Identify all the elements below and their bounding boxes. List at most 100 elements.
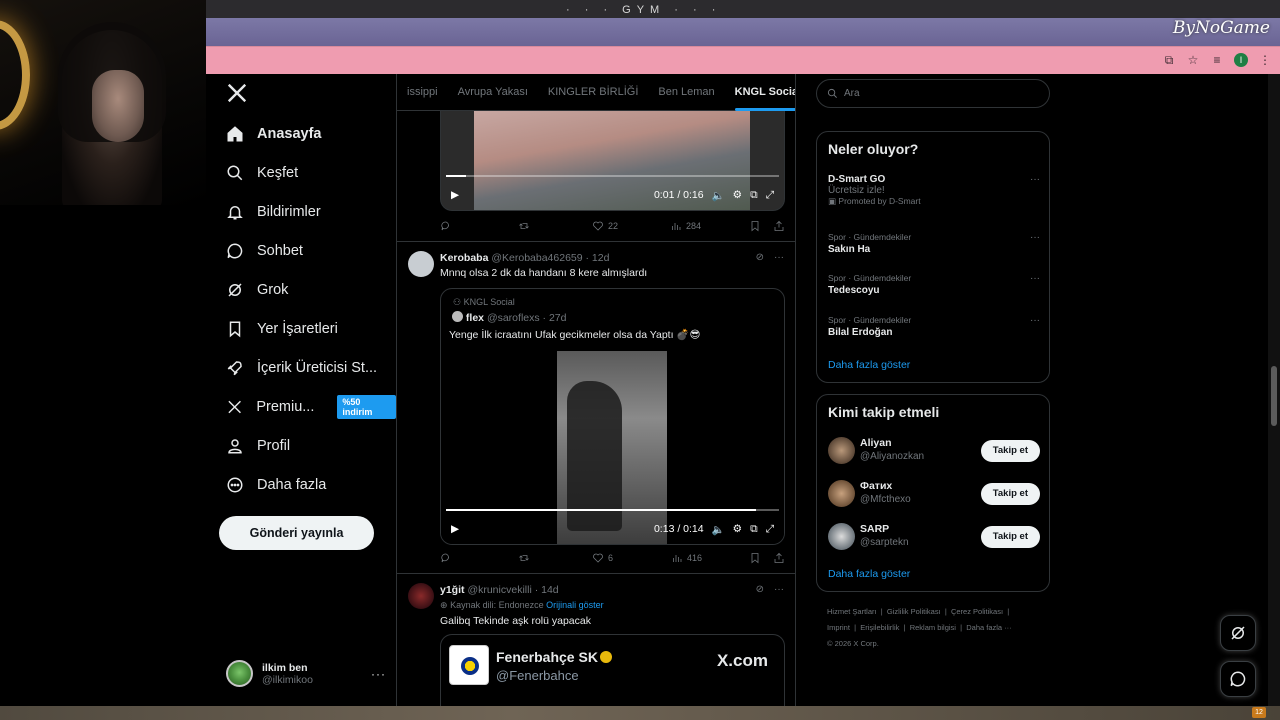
more-icon[interactable]: ··· — [1030, 315, 1040, 326]
fullscreen-icon[interactable]: ⤢ — [766, 189, 774, 202]
video-progress-bar[interactable] — [446, 509, 779, 511]
pip-icon[interactable]: ⧉ — [750, 523, 758, 536]
settings-icon[interactable]: ⚙ — [733, 189, 742, 201]
avatar[interactable] — [828, 480, 855, 507]
reply-button[interactable] — [440, 220, 452, 232]
follow-button[interactable]: Takip et — [980, 526, 1040, 548]
nav-grok[interactable]: Grok — [220, 270, 396, 309]
views-button[interactable]: 416 — [671, 552, 702, 564]
footer-link[interactable]: Imprint — [827, 623, 850, 632]
nav-explore[interactable]: Keşfet — [220, 153, 396, 192]
avatar[interactable] — [828, 523, 855, 550]
search-input[interactable]: Ara — [816, 79, 1050, 108]
like-button[interactable]: 22 — [592, 220, 618, 232]
pip-icon[interactable]: ⧉ — [750, 189, 758, 202]
post-button[interactable]: Gönderi yayınla — [219, 516, 374, 550]
trend-item[interactable]: Spor · Gündemdekiler Bilal Erdoğan ··· — [828, 315, 1040, 338]
more-icon[interactable]: ··· — [774, 252, 784, 263]
more-icon[interactable]: ··· — [1030, 232, 1040, 243]
settings-icon[interactable]: ⚙ — [733, 523, 742, 535]
tab-kngl-social[interactable]: KNGL Social ⌄ — [725, 74, 795, 111]
star-icon[interactable]: ☆ — [1186, 53, 1200, 67]
repost-button[interactable] — [518, 552, 530, 564]
media-icon[interactable]: ≡ — [1210, 53, 1224, 67]
avatar[interactable] — [408, 251, 434, 277]
nav-notifications[interactable]: Bildirimler — [220, 192, 396, 231]
promoted-trend[interactable]: D-Smart GO Ücretsiz izle! ▣ Promoted by … — [828, 174, 1040, 207]
author-name[interactable]: Kerobaba — [440, 252, 488, 264]
reply-button[interactable] — [440, 552, 452, 564]
post-yigit[interactable]: y1ğit @krunicvekilli · 14d ⊘ ··· ⊕ Kayna… — [397, 573, 795, 706]
x-logo-icon[interactable] — [226, 82, 248, 104]
repost-button[interactable] — [518, 220, 530, 232]
show-original-link[interactable]: Orijinali göster — [546, 600, 604, 610]
kebab-menu-icon[interactable]: ⋮ — [1258, 53, 1272, 67]
footer-link[interactable]: Hizmet Şartları — [827, 607, 877, 616]
trends-show-more[interactable]: Daha fazla göster — [828, 359, 910, 371]
volume-icon[interactable]: 🔈 — [712, 189, 725, 202]
footer-link[interactable]: Reklam bilgisi — [910, 623, 956, 632]
follow-suggestion[interactable]: Aliyan @Aliyanozkan Takip et — [828, 435, 1040, 465]
quoted-post[interactable]: ⚇ KNGL Social flex @saroflexs · 27d Yeng… — [440, 288, 785, 545]
more-icon[interactable]: ··· — [1030, 273, 1040, 284]
share-button[interactable] — [773, 552, 785, 564]
account-more-icon[interactable]: ··· — [371, 667, 386, 681]
bookmark-button[interactable] — [749, 220, 761, 232]
footer-link[interactable]: Erişilebilirlik — [860, 623, 899, 632]
follow-button[interactable]: Takip et — [980, 440, 1040, 462]
link-card[interactable]: Fenerbahçe SK @Fenerbahce X.com — [440, 634, 785, 706]
author-name[interactable]: y1ğit — [440, 584, 465, 596]
avatar[interactable] — [828, 437, 855, 464]
more-icon[interactable]: ··· — [1030, 174, 1040, 185]
account-switcher[interactable]: ilkim ben @ilkimikoo ··· — [226, 660, 386, 687]
fullscreen-icon[interactable]: ⤢ — [766, 523, 774, 536]
nav-more[interactable]: Daha fazla — [220, 465, 396, 504]
nav-chat[interactable]: Sohbet — [220, 231, 396, 270]
nav-creator-studio[interactable]: İçerik Üreticisi St... — [220, 348, 396, 387]
follow-suggestion[interactable]: SARP @sarptekn Takip et — [828, 521, 1040, 551]
like-count: 22 — [608, 221, 619, 231]
messages-fab-button[interactable] — [1220, 661, 1256, 697]
follow-show-more[interactable]: Daha fazla göster — [828, 568, 910, 580]
scrollbar-thumb[interactable] — [1271, 366, 1277, 426]
footer-link[interactable]: Gizlilik Politikası — [887, 607, 941, 616]
footer-link[interactable]: Çerez Politikası — [951, 607, 1003, 616]
nav-profile[interactable]: Profil — [220, 426, 396, 465]
grok-icon[interactable]: ⊘ — [756, 252, 764, 263]
tab-strip[interactable]: · · · GYM · · · — [206, 0, 1280, 18]
profile-avatar[interactable]: I — [1234, 53, 1248, 67]
tab-avrupa-yakasi[interactable]: Avrupa Yakası — [448, 74, 538, 111]
avatar[interactable] — [408, 583, 434, 609]
follow-button[interactable]: Takip et — [980, 483, 1040, 505]
post-kerobaba[interactable]: Kerobaba @Kerobaba462659 · 12d ⊘ ··· Mnn… — [397, 241, 795, 573]
tab-ben-leman[interactable]: Ben Leman — [648, 74, 724, 111]
post-video[interactable]: ▶ 0:01 / 0:16 🔈 ⚙ ⧉ ⤢ — [440, 111, 785, 211]
play-icon[interactable]: ▶ — [451, 189, 459, 201]
bookmark-button[interactable] — [749, 552, 761, 564]
follow-suggestion[interactable]: Фатих @Mfcthexo Takip et — [828, 478, 1040, 508]
more-icon[interactable]: ··· — [774, 584, 784, 595]
footer-link[interactable]: Daha fazla ··· — [966, 623, 1011, 632]
post-tools: ⊘ ··· — [756, 584, 784, 595]
views-button[interactable]: 284 — [670, 220, 701, 232]
nav-home[interactable]: Anasayfa — [220, 114, 396, 153]
nav-bookmarks[interactable]: Yer İşaretleri — [220, 309, 396, 348]
play-icon[interactable]: ▶ — [451, 523, 459, 535]
grok-icon — [228, 282, 242, 297]
trend-item[interactable]: Spor · Gündemdekiler Sakın Ha ··· — [828, 232, 1040, 255]
quote-video[interactable]: ▶ 0:13 / 0:14 🔈 ⚙ ⧉ ⤢ — [441, 351, 784, 544]
grok-icon[interactable]: ⊘ — [756, 584, 764, 595]
tab-kingler-birligi[interactable]: KINGLER BİRLİĞİ — [538, 74, 648, 111]
like-button[interactable]: 6 — [592, 552, 613, 564]
share-button[interactable] — [773, 220, 785, 232]
tray-badge[interactable]: 12 — [1252, 707, 1266, 718]
page-scrollbar[interactable] — [1268, 74, 1280, 706]
nav-premium[interactable]: Premiu... %50 indirim — [220, 387, 396, 426]
install-icon[interactable]: ⧉ — [1162, 53, 1176, 67]
volume-icon[interactable]: 🔈 — [712, 523, 725, 536]
tab-mississippi[interactable]: issippi — [397, 74, 448, 111]
video-progress-bar[interactable] — [446, 175, 779, 177]
trend-item[interactable]: Spor · Gündemdekiler Tedescoyu ··· — [828, 273, 1040, 296]
address-bar[interactable]: ⧉ ☆ ≡ I ⋮ — [206, 46, 1280, 74]
grok-fab-button[interactable] — [1220, 615, 1256, 651]
